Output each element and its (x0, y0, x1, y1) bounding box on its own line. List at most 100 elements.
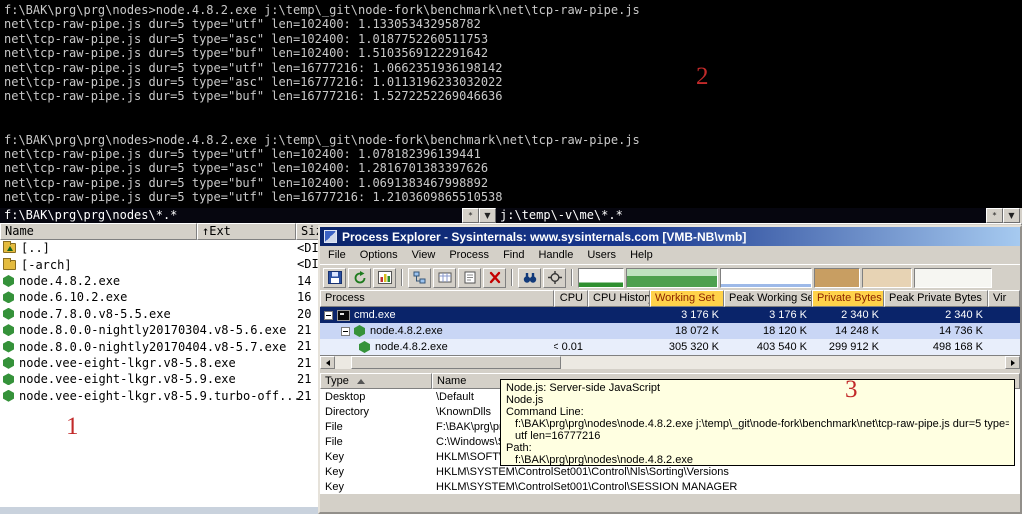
system-information-button[interactable] (373, 268, 396, 288)
crosshair-target-icon (548, 271, 562, 284)
handle-name: HKLM\SYSTEM\ControlSet001\Control\Nls\So… (432, 466, 1020, 478)
menu-file[interactable]: File (321, 247, 353, 263)
menu-users[interactable]: Users (580, 247, 623, 263)
virtual-size-cell (988, 323, 1020, 339)
col-header-working-set[interactable]: Working Set (650, 290, 724, 307)
scrollbar-track[interactable] (335, 356, 1005, 369)
menu-options[interactable]: Options (353, 247, 405, 263)
node-exe-icon (3, 357, 14, 369)
binoculars-icon (523, 271, 537, 284)
scroll-right-button[interactable] (1005, 356, 1020, 369)
menu-find[interactable]: Find (496, 247, 531, 263)
left-panel-favorites-button[interactable]: * (462, 208, 479, 223)
process-row-node[interactable]: node.4.8.2.exe 18 072 K 18 120 K 14 248 … (320, 323, 1020, 339)
col-header-process[interactable]: Process (320, 290, 554, 307)
floppy-icon (328, 271, 342, 284)
terminal-line: net\tcp-raw-pipe.js dur=5 type="asc" len… (4, 161, 1022, 175)
handle-type: File (320, 421, 432, 433)
process-row-cmd[interactable]: cmd.exe 3 176 K 3 176 K 2 340 K 2 340 K (320, 307, 1020, 323)
tooltip-path-label: Path: (506, 442, 1009, 454)
peak-private-bytes-value: 2 340 K (884, 307, 988, 323)
show-process-tree-button[interactable] (408, 268, 431, 288)
menu-process[interactable]: Process (442, 247, 496, 263)
handle-row[interactable]: KeyHKLM\SYSTEM\ControlSet001\Control\Nls… (320, 464, 1020, 479)
process-list-headers: Process CPU CPU History Working Set Peak… (320, 290, 1020, 307)
file-name: node.8.0.0-nightly20170304.v8-5.6.exe (19, 323, 286, 337)
cmd-icon (337, 310, 350, 321)
terminal-line: net\tcp-raw-pipe.js dur=5 type="buf" len… (4, 176, 1022, 190)
view-dlls-button[interactable] (433, 268, 456, 288)
working-set-value: 3 176 K (650, 307, 724, 323)
properties-button[interactable] (458, 268, 481, 288)
cpu-history-cell (588, 307, 650, 323)
file-name: node.vee-eight-lkgr.v8-5.8.exe (19, 356, 236, 370)
cpu-value (554, 323, 588, 339)
handle-row[interactable]: KeyHKLM\SYSTEM\ControlSet001\Control\SES… (320, 479, 1020, 494)
find-window-process-button[interactable] (543, 268, 566, 288)
node-exe-icon (3, 373, 14, 385)
private-bytes-value: 2 340 K (812, 307, 884, 323)
memory-history-graph[interactable] (862, 268, 912, 288)
col-header-private-bytes[interactable]: Private Bytes (812, 290, 884, 307)
path-bars: f:\BAK\prg\prg\nodes\*.* * ▼ j:\temp\-v\… (0, 208, 1022, 223)
left-panel-path[interactable]: f:\BAK\prg\prg\nodes\*.* (0, 208, 462, 223)
annotation-1: 1 (66, 414, 79, 439)
col-header-peak-private-bytes[interactable]: Peak Private Bytes (884, 290, 988, 307)
right-panel-history-button[interactable]: ▼ (1003, 208, 1020, 223)
commit-history-graph[interactable] (626, 268, 718, 288)
right-panel-favorites-button[interactable]: * (986, 208, 1003, 223)
tooltip-cmdline-2: utf len=16777216 (506, 430, 1009, 442)
file-name: [-arch] (21, 258, 72, 272)
scrollbar-thumb[interactable] (351, 356, 561, 369)
cpu-value (554, 307, 588, 323)
column-header-ext[interactable]: ↑Ext (197, 223, 296, 240)
file-name: node.vee-eight-lkgr.v8-5.9.exe (19, 372, 236, 386)
title-bar[interactable]: Process Explorer - Sysinternals: www.sys… (320, 227, 1020, 246)
process-name: node.4.8.2.exe (370, 325, 443, 337)
col-header-cpu-history[interactable]: CPU History (588, 290, 650, 307)
file-size: 20 (297, 306, 311, 322)
column-header-name[interactable]: Name (0, 223, 197, 240)
left-panel-history-button[interactable]: ▼ (479, 208, 496, 223)
col-header-cpu[interactable]: CPU (554, 290, 588, 307)
refresh-button[interactable] (348, 268, 371, 288)
network-history-graph[interactable] (914, 268, 992, 288)
gpu-history-graph[interactable] (814, 268, 860, 288)
right-panel-path[interactable]: j:\temp\-v\me\*.* (496, 208, 986, 223)
menu-handle[interactable]: Handle (531, 247, 580, 263)
tooltip-description: Node.js: Server-side JavaScript (506, 382, 1009, 394)
node-exe-icon (3, 275, 14, 287)
properties-icon (463, 271, 477, 284)
menu-help[interactable]: Help (623, 247, 660, 263)
col-header-type[interactable]: Type (320, 373, 432, 389)
terminal-line: net\tcp-raw-pipe.js dur=5 type="asc" len… (4, 75, 1022, 89)
menu-view[interactable]: View (405, 247, 443, 263)
handle-name: HKLM\SYSTEM\ControlSet001\Control\SESSIO… (432, 481, 1020, 493)
terminal-line: net\tcp-raw-pipe.js dur=5 type="utf" len… (4, 190, 1022, 204)
collapse-icon[interactable] (324, 311, 333, 320)
terminal-line: net\tcp-raw-pipe.js dur=5 type="buf" len… (4, 46, 1022, 60)
terminal-line: f:\BAK\prg\prg\nodes>node.4.8.2.exe j:\t… (4, 133, 1022, 147)
collapse-icon[interactable] (341, 327, 350, 336)
scroll-left-button[interactable] (320, 356, 335, 369)
file-size: 21 (297, 371, 311, 387)
file-size: <DI (297, 256, 319, 272)
terminal-line: net\tcp-raw-pipe.js dur=5 type="buf" len… (4, 89, 1022, 103)
col-header-virtual[interactable]: Vir (988, 290, 1020, 307)
save-button[interactable] (323, 268, 346, 288)
terminal-window[interactable]: f:\BAK\prg\prg\nodes>node.4.8.2.exe j:\t… (0, 0, 1022, 208)
col-header-peak-working-set[interactable]: Peak Working Set (724, 290, 812, 307)
handle-type: Key (320, 451, 432, 463)
annotation-2: 2 (696, 64, 709, 89)
peak-private-bytes-value: 14 736 K (884, 323, 988, 339)
folder-up-icon (3, 243, 16, 253)
kill-process-button[interactable] (483, 268, 506, 288)
horizontal-scrollbar[interactable] (320, 355, 1020, 369)
find-handle-button[interactable] (518, 268, 541, 288)
io-history-graph[interactable] (720, 268, 812, 288)
system-info-icon (378, 271, 392, 284)
process-row-node-child[interactable]: node.4.8.2.exe < 0.01 305 320 K 403 540 … (320, 339, 1020, 355)
cpu-usage-graph[interactable] (578, 268, 624, 288)
file-name: node.6.10.2.exe (19, 290, 127, 304)
process-tree-icon (413, 271, 427, 284)
